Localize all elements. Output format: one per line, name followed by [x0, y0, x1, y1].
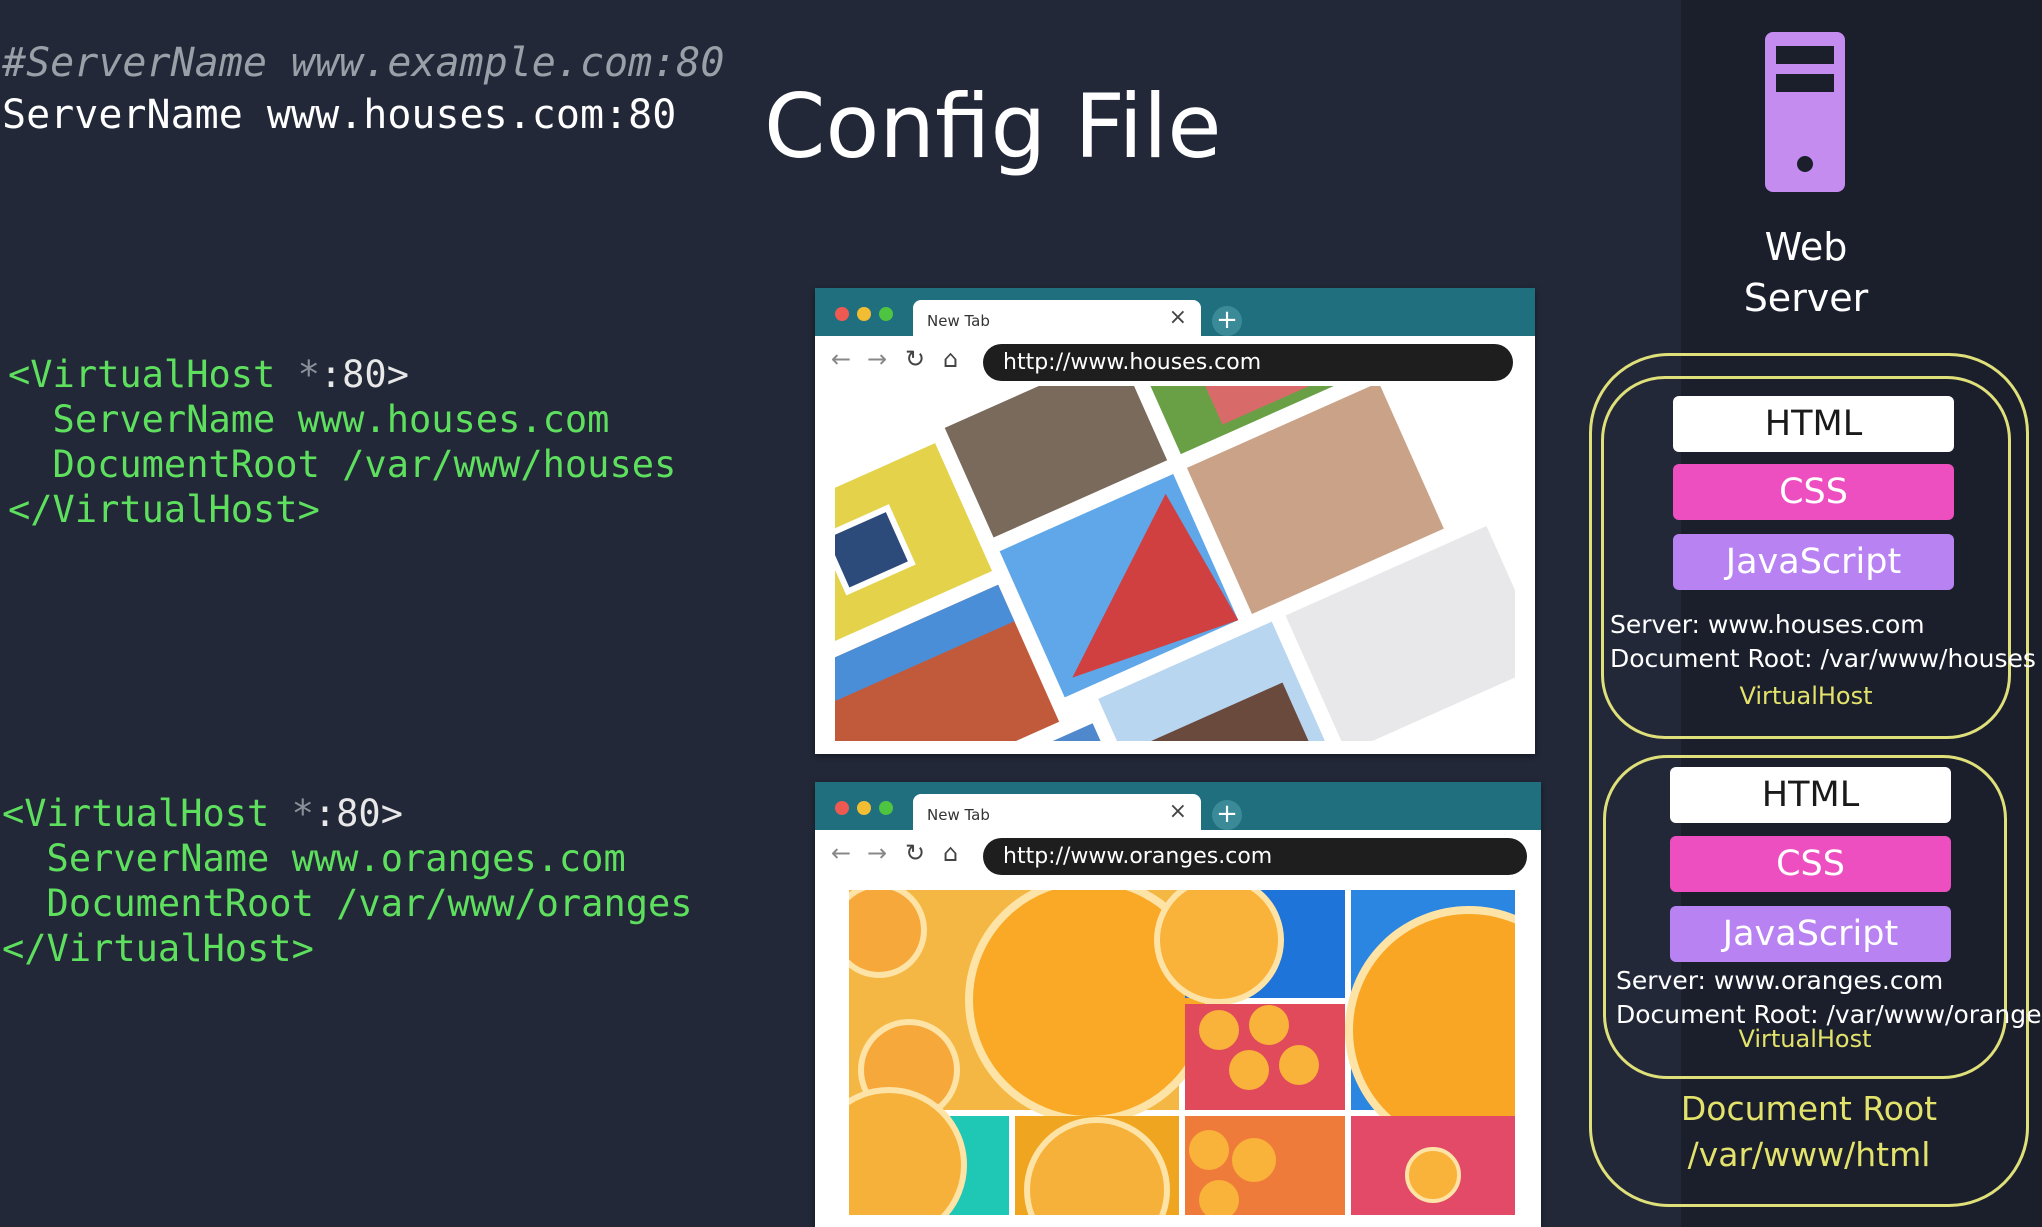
- minimize-dot-icon[interactable]: [857, 307, 871, 321]
- tab-close-icon[interactable]: ×: [1169, 305, 1187, 330]
- vhost-servername: ServerName www.oranges.com: [2, 837, 626, 880]
- browser-tab[interactable]: New Tab ×: [913, 794, 1201, 834]
- new-tab-plus-icon[interactable]: +: [1212, 800, 1242, 830]
- default-document-root: Document Root /var/www/html: [1589, 1086, 2029, 1178]
- host-server-text: Server: www.houses.com: [1610, 610, 1925, 639]
- javascript-pill: JavaScript: [1670, 906, 1951, 962]
- tab-label: New Tab: [927, 312, 990, 330]
- address-bar[interactable]: http://www.houses.com: [983, 344, 1513, 381]
- back-arrow-icon[interactable]: ←: [831, 345, 851, 373]
- host-document-root-text: Document Root: /var/www/houses: [1610, 644, 2036, 673]
- houses-collage-image: [835, 386, 1515, 741]
- vhost-open-tag: <VirtualHost *:80>: [2, 792, 403, 835]
- new-tab-plus-icon[interactable]: +: [1212, 306, 1242, 336]
- virtualhost-block-oranges: <VirtualHost *:80> ServerName www.orange…: [2, 791, 693, 971]
- reload-icon[interactable]: ↻: [905, 839, 925, 867]
- tab-label: New Tab: [927, 806, 990, 824]
- maximize-dot-icon[interactable]: [879, 307, 893, 321]
- forward-arrow-icon[interactable]: →: [867, 839, 887, 867]
- oranges-collage-illustration: [849, 890, 1515, 1215]
- browser-window-oranges: New Tab × + ← → ↻ ⌂ http://www.oranges.c…: [815, 782, 1541, 1227]
- houses-collage-illustration: [835, 386, 1515, 741]
- browser-titlebar: New Tab × +: [815, 782, 1541, 834]
- tab-close-icon[interactable]: ×: [1169, 799, 1187, 824]
- browser-titlebar: New Tab × +: [815, 288, 1535, 340]
- close-dot-icon[interactable]: [835, 801, 849, 815]
- browser-tab[interactable]: New Tab ×: [913, 300, 1201, 340]
- vhost-close-tag: </VirtualHost>: [8, 488, 320, 531]
- css-pill: CSS: [1673, 464, 1954, 520]
- home-icon[interactable]: ⌂: [943, 839, 958, 867]
- slide-title: Config File: [764, 75, 1222, 178]
- vhost-documentroot: DocumentRoot /var/www/houses: [8, 443, 677, 486]
- vhost-documentroot: DocumentRoot /var/www/oranges: [2, 882, 693, 925]
- web-server-label-line2: Server: [1743, 276, 1869, 320]
- oranges-collage-image: [849, 890, 1515, 1215]
- css-pill: CSS: [1670, 836, 1951, 892]
- close-dot-icon[interactable]: [835, 307, 849, 321]
- reload-icon[interactable]: ↻: [905, 345, 925, 373]
- code-servername-line: ServerName www.houses.com:80: [2, 92, 677, 138]
- back-arrow-icon[interactable]: ←: [831, 839, 851, 867]
- maximize-dot-icon[interactable]: [879, 801, 893, 815]
- document-root-label: Document Root: [1680, 1089, 1938, 1128]
- vhost-close-tag: </VirtualHost>: [2, 927, 314, 970]
- host-server-text: Server: www.oranges.com: [1616, 966, 1944, 995]
- html-pill: HTML: [1670, 767, 1951, 823]
- minimize-dot-icon[interactable]: [857, 801, 871, 815]
- vhost-servername: ServerName www.houses.com: [8, 398, 610, 441]
- browser-window-houses: New Tab × + ← → ↻ ⌂ http://www.houses.co…: [815, 288, 1535, 754]
- code-comment-line: #ServerName www.example.com:80: [2, 40, 725, 86]
- forward-arrow-icon[interactable]: →: [867, 345, 887, 373]
- browser-navbar: ← → ↻ ⌂ http://www.oranges.com: [815, 830, 1541, 878]
- server-icon: [1765, 32, 1845, 192]
- browser-navbar: ← → ↻ ⌂ http://www.houses.com: [815, 336, 1535, 384]
- virtualhost-tag: VirtualHost: [1738, 1025, 1872, 1053]
- html-pill: HTML: [1673, 396, 1954, 452]
- web-server-label: Web Server: [1686, 222, 1926, 324]
- home-icon[interactable]: ⌂: [943, 345, 958, 373]
- javascript-pill: JavaScript: [1673, 534, 1954, 590]
- address-bar[interactable]: http://www.oranges.com: [983, 838, 1527, 875]
- web-server-label-line1: Web: [1764, 225, 1848, 269]
- virtualhost-tag: VirtualHost: [1739, 682, 1873, 710]
- vhost-open-tag: <VirtualHost *:80>: [8, 353, 409, 396]
- document-root-path: /var/www/html: [1687, 1135, 1931, 1174]
- virtualhost-block-houses: <VirtualHost *:80> ServerName www.houses…: [8, 352, 676, 532]
